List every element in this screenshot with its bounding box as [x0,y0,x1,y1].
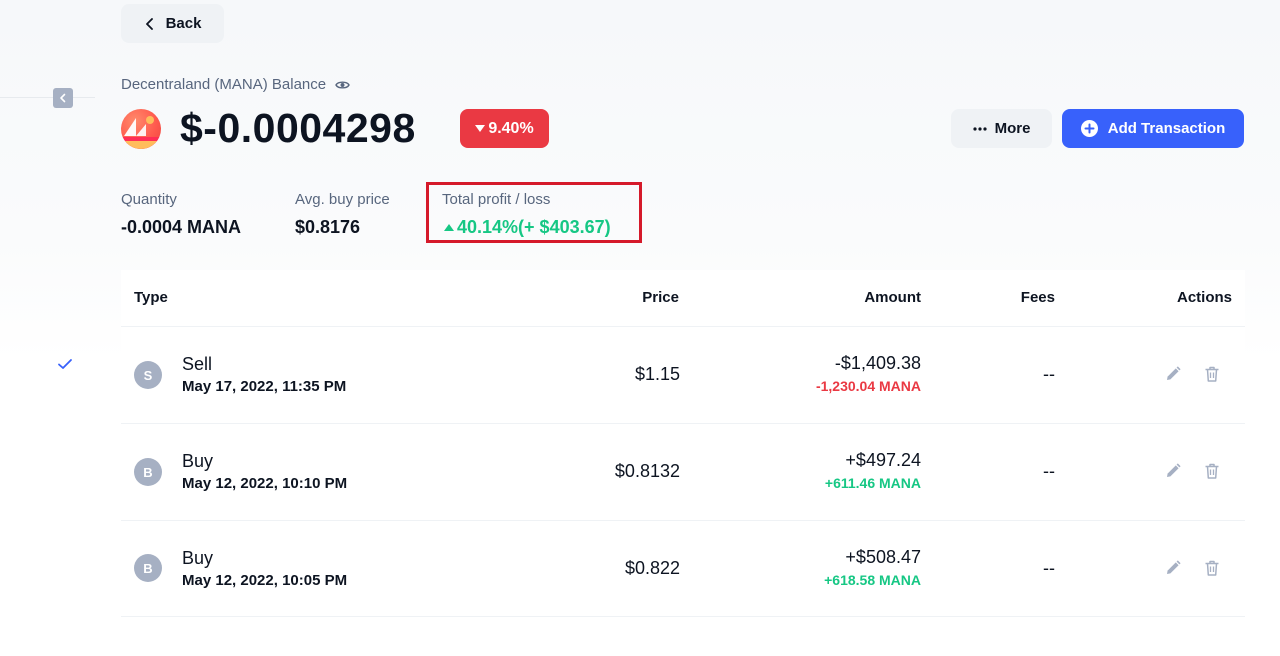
column-header-fees: Fees [1020,289,1055,306]
transaction-type: Buy [182,548,214,568]
transaction-type: Sell [182,354,213,374]
change-badge: 9.40% [460,109,549,148]
trash-icon[interactable] [1203,365,1221,383]
transaction-type: Buy [182,451,214,471]
transaction-price: $0.8132 [614,461,680,481]
transaction-type-avatar: B [134,554,162,582]
transaction-coin-amount: +611.46 MANA [824,475,921,491]
more-button[interactable]: More [951,109,1052,148]
pencil-icon[interactable] [1164,559,1182,577]
transaction-price: $0.822 [624,558,680,578]
caret-up-icon [444,224,454,231]
transaction-amount: +$508.47 [845,547,921,567]
balance-value: $-0.0004298 [180,105,416,151]
column-header-actions: Actions [1176,289,1232,306]
transaction-date: May 12, 2022, 10:05 PM [182,572,348,589]
trash-icon[interactable] [1203,559,1221,577]
table-divider [121,520,1245,521]
transaction-amount: -$1,409.38 [834,353,921,373]
column-header-type: Type [134,289,168,306]
mana-logo [121,109,161,149]
quantity-value: -0.0004 MANA [121,217,242,237]
sidebar-collapse-button[interactable] [53,88,73,108]
table-divider [121,423,1245,424]
transaction-date: May 17, 2022, 11:35 PM [182,378,347,395]
transaction-coin-amount: +618.58 MANA [824,572,921,588]
caret-down-icon [475,125,486,132]
quantity-label: Quantity [121,191,177,208]
transaction-type-avatar: B [134,458,162,486]
column-header-price: Price [642,289,679,306]
balance-label: Decentraland (MANA) Balance [121,76,350,93]
pencil-icon[interactable] [1164,462,1182,480]
transaction-amount: +$497.24 [845,450,921,470]
trash-icon[interactable] [1203,462,1221,480]
pencil-icon[interactable] [1164,365,1182,383]
check-icon [58,359,72,369]
transaction-fees: -- [1043,558,1055,578]
sidebar-divider [0,97,95,98]
table-divider [121,326,1245,327]
change-percent: 9.40% [488,119,534,137]
avg-buy-price-value: $0.8176 [295,217,361,237]
column-header-amount: Amount [864,289,921,306]
table-divider [121,616,1245,617]
transaction-price: $1.15 [634,364,680,384]
transaction-fees: -- [1043,461,1055,481]
ellipsis-icon [972,126,987,131]
transaction-fees: -- [1043,364,1055,384]
eye-icon[interactable] [335,79,350,91]
profit-loss-label: Total profit / loss [442,191,551,208]
transaction-type-avatar: S [134,361,162,389]
balance-label-text: Decentraland (MANA) Balance [121,76,327,93]
back-label: Back [165,15,202,32]
avg-buy-price-label: Avg. buy price [295,191,390,208]
chevron-left-icon [145,17,153,30]
transaction-coin-amount: -1,230.04 MANA [815,378,921,394]
transaction-date: May 12, 2022, 10:10 PM [182,475,348,492]
back-button[interactable]: Back [121,4,224,43]
profit-loss-text: 40.14%(+ $403.67) [457,217,611,237]
add-transaction-button[interactable]: Add Transaction [1062,109,1244,148]
chevron-left-icon [60,93,66,103]
add-transaction-label: Add Transaction [1107,120,1226,137]
profit-loss-value: 40.14%(+ $403.67) [444,217,611,238]
plus-circle-icon [1080,120,1098,137]
more-label: More [994,120,1031,137]
